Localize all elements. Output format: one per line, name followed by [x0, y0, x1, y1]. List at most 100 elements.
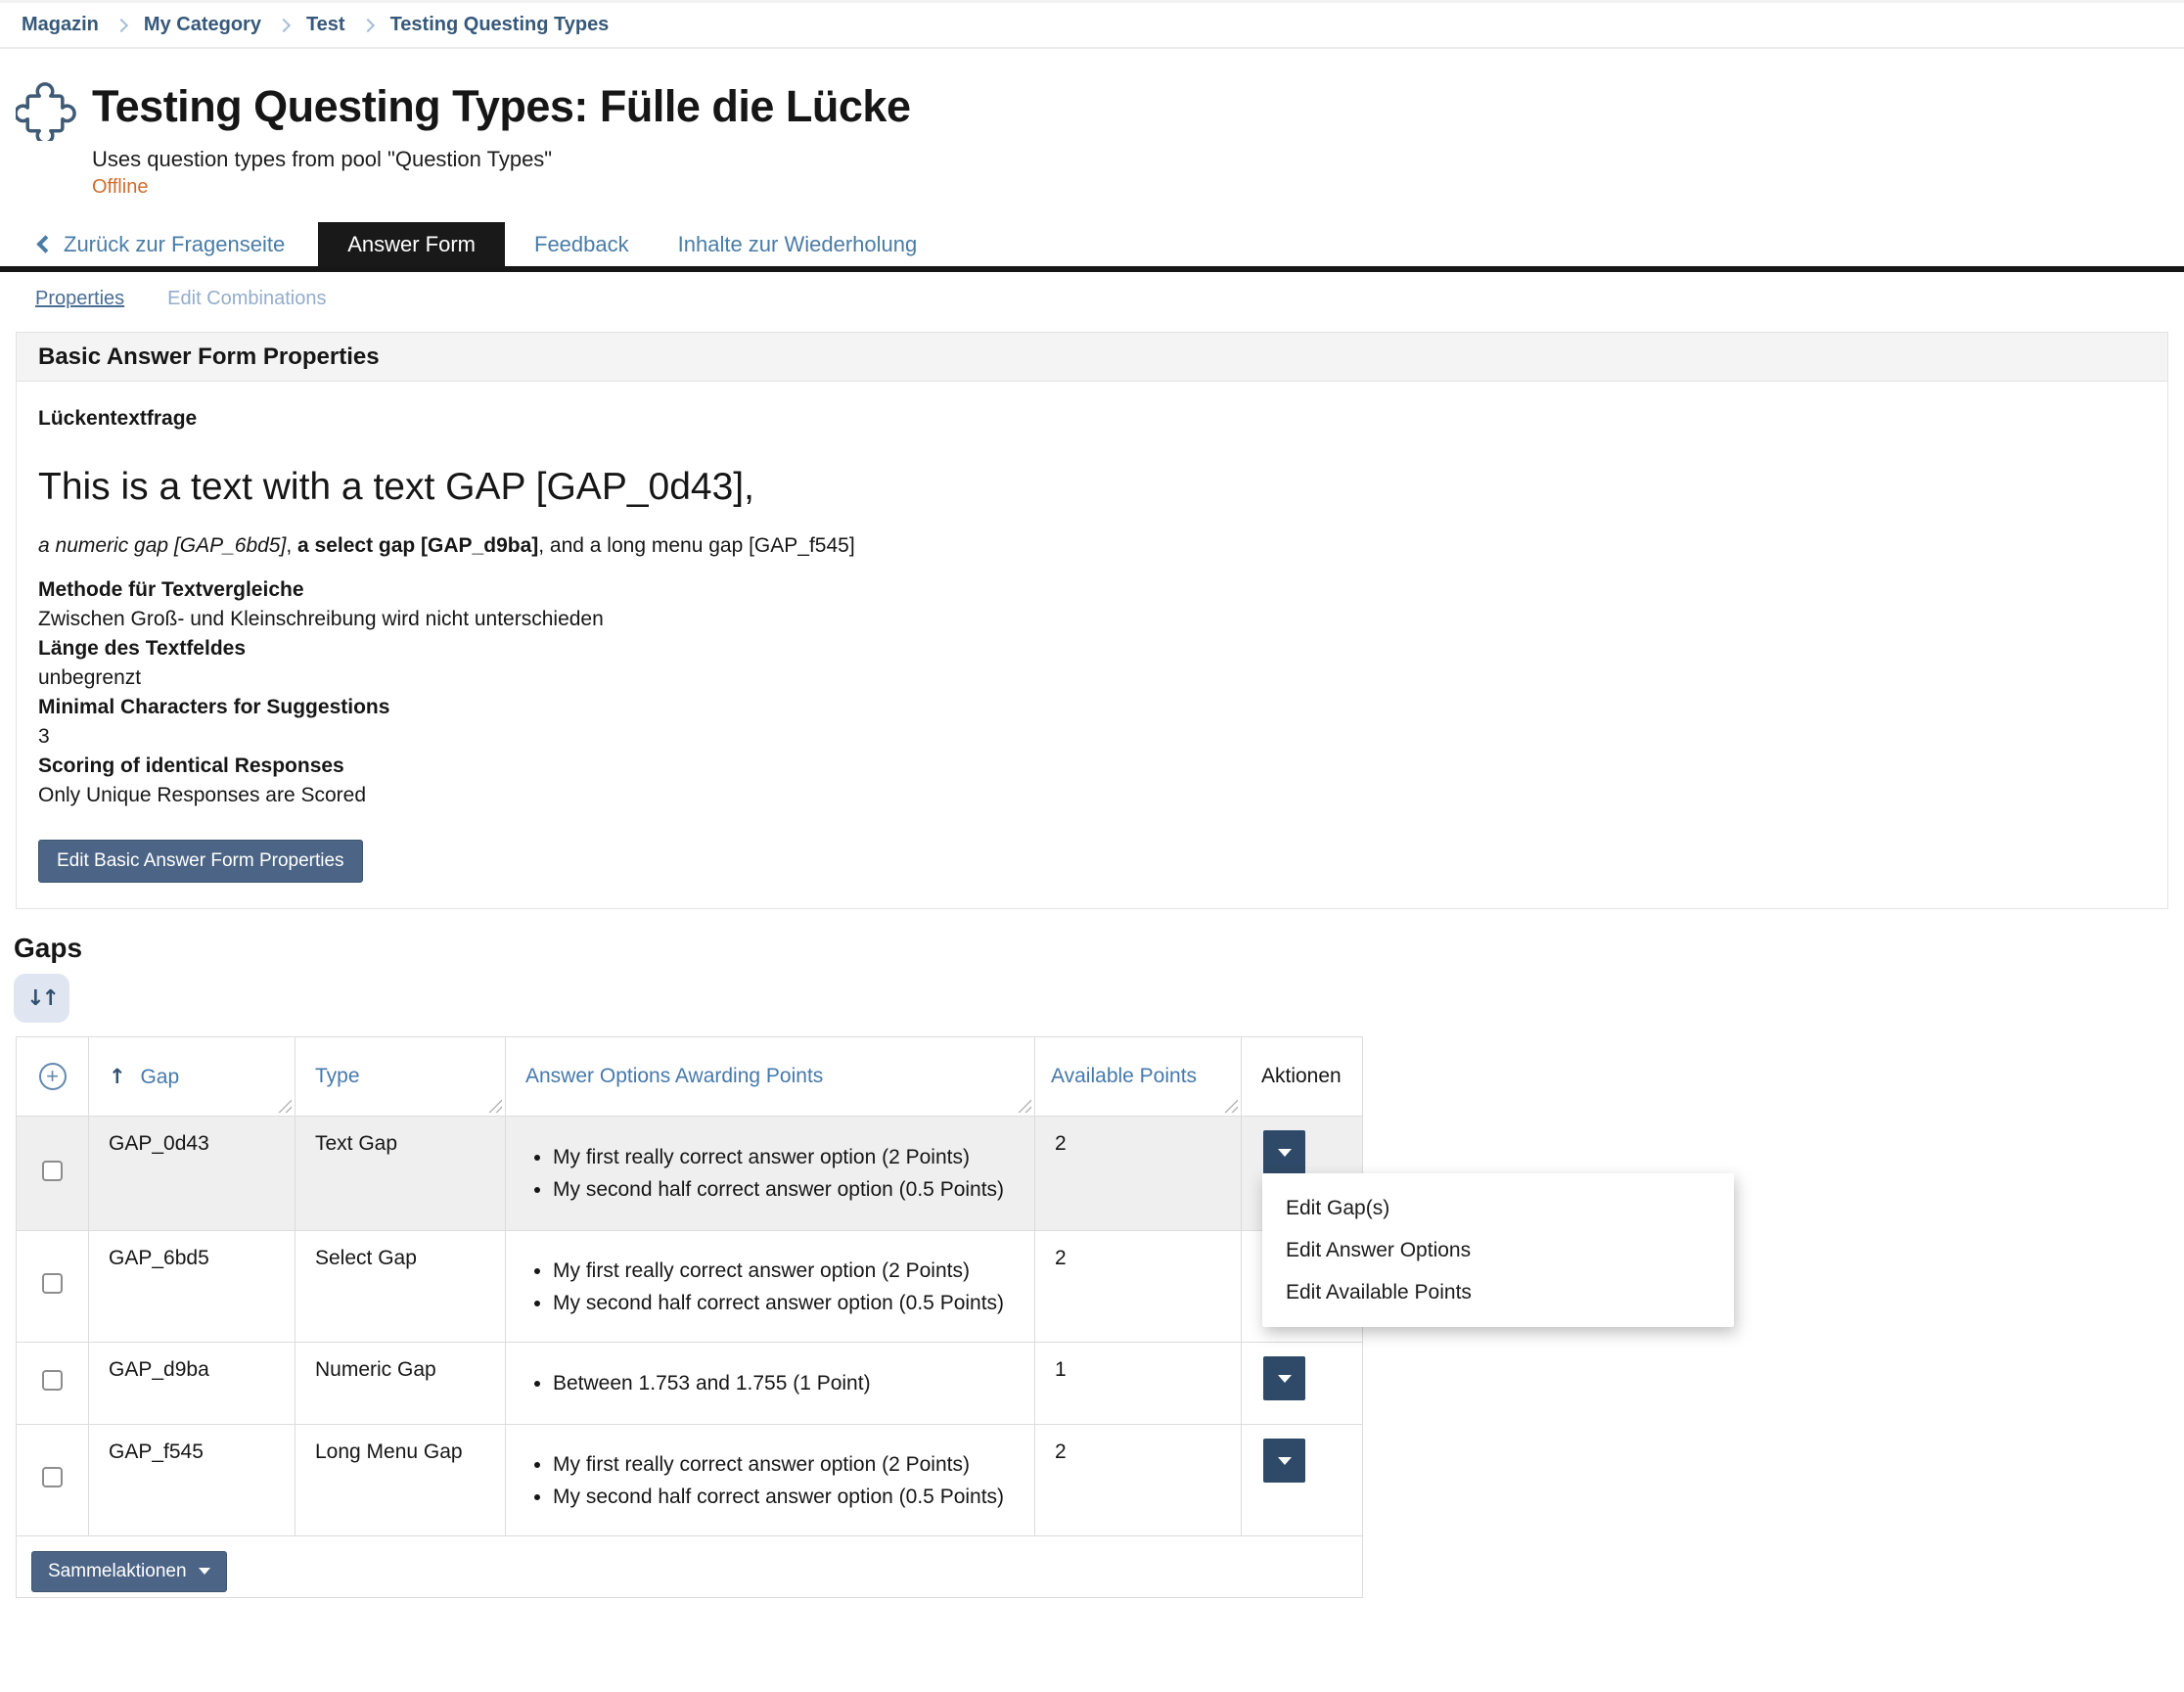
- row-actions-dropdown-menu: Edit Gap(s) Edit Answer Options Edit Ava…: [1262, 1173, 1734, 1327]
- menu-item-edit-available-points[interactable]: Edit Available Points: [1262, 1271, 1734, 1313]
- property-value: 3: [38, 722, 2146, 752]
- row-checkbox[interactable]: [42, 1370, 63, 1391]
- cell-gap-type: Select Gap: [296, 1231, 506, 1343]
- cell-answer-options: My first really correct answer option (2…: [506, 1117, 1035, 1231]
- edit-basic-answer-form-properties-button[interactable]: Edit Basic Answer Form Properties: [38, 840, 363, 883]
- row-actions-dropdown-button[interactable]: [1263, 1130, 1305, 1174]
- table-row-gap-0d43: GAP_0d43 Text Gap My first really correc…: [17, 1117, 1363, 1231]
- cell-gap-name: GAP_0d43: [89, 1117, 296, 1231]
- breadcrumb: Magazin My Category Test Testing Questin…: [0, 0, 2184, 49]
- answer-option: My first really correct answer option (2…: [553, 1141, 1034, 1173]
- page-title: Testing Questing Types: Fülle die Lücke: [92, 76, 910, 137]
- gaps-section-title: Gaps: [14, 933, 2184, 964]
- cell-answer-options: My first really correct answer option (2…: [506, 1425, 1035, 1536]
- breadcrumb-item-test[interactable]: Test: [306, 14, 345, 36]
- sort-ascending-arrow-icon: ↑: [109, 1065, 126, 1088]
- tab-bar: Zurück zur Fragenseite Answer Form Feedb…: [0, 222, 2184, 272]
- table-row-gap-f545: GAP_f545 Long Menu Gap My first really c…: [17, 1425, 1363, 1536]
- cell-available-points: 2: [1035, 1231, 1242, 1343]
- question-text-sep: ,: [286, 534, 297, 557]
- property-label: Länge des Textfeldes: [38, 634, 2146, 663]
- question-text-heading: This is a text with a text GAP [GAP_0d43…: [38, 464, 2146, 511]
- table-row-gap-d9ba: GAP_d9ba Numeric Gap Between 1.753 and 1…: [17, 1343, 1363, 1425]
- bulk-actions-label: Sammelaktionen: [48, 1561, 187, 1582]
- cell-gap-type: Text Gap: [296, 1117, 506, 1231]
- cell-available-points: 2: [1035, 1117, 1242, 1231]
- cell-available-points: 2: [1035, 1425, 1242, 1536]
- status-offline: Offline: [92, 176, 910, 199]
- tab-feedback[interactable]: Feedback: [534, 222, 629, 266]
- row-actions-dropdown-button[interactable]: [1263, 1356, 1305, 1400]
- column-resize-handle[interactable]: [488, 1099, 502, 1113]
- cell-answer-options: Between 1.753 and 1.755 (1 Point): [506, 1343, 1035, 1425]
- table-header-row: + ↑ Gap Type Answer Options Awarding Poi…: [17, 1037, 1363, 1117]
- caret-down-icon: [1278, 1457, 1292, 1465]
- question-text-italic: a numeric gap [GAP_6bd5]: [38, 534, 286, 557]
- chevron-left-icon: [36, 235, 54, 252]
- caret-down-icon: [1278, 1149, 1292, 1157]
- question-type-label: Lückentextfrage: [38, 407, 2146, 431]
- breadcrumb-item-my-category[interactable]: My Category: [144, 14, 261, 36]
- column-header-type[interactable]: Type: [315, 1065, 360, 1087]
- property-value: Only Unique Responses are Scored: [38, 781, 2146, 810]
- row-checkbox[interactable]: [42, 1161, 63, 1181]
- question-text-bold: a select gap [GAP_d9ba]: [297, 534, 538, 557]
- chevron-right-icon: [277, 18, 291, 31]
- property-value: unbegrenzt: [38, 663, 2146, 693]
- properties-list: Methode für Textvergleiche Zwischen Groß…: [38, 575, 2146, 810]
- answer-option: My first really correct answer option (2…: [553, 1448, 1034, 1481]
- property-label: Methode für Textvergleiche: [38, 575, 2146, 605]
- basic-answer-form-panel: Basic Answer Form Properties Lückentextf…: [16, 332, 2168, 909]
- tab-inhalte-zur-wiederholung[interactable]: Inhalte zur Wiederholung: [678, 222, 918, 266]
- answer-option: My first really correct answer option (2…: [553, 1255, 1034, 1287]
- puzzle-piece-icon: [16, 80, 76, 141]
- breadcrumb-item-current[interactable]: Testing Questing Types: [390, 14, 610, 36]
- column-header-answer-options[interactable]: Answer Options Awarding Points: [525, 1065, 823, 1087]
- cell-gap-type: Long Menu Gap: [296, 1425, 506, 1536]
- answer-option: Between 1.753 and 1.755 (1 Point): [553, 1367, 1034, 1399]
- gaps-table: + ↑ Gap Type Answer Options Awarding Poi…: [16, 1036, 1363, 1598]
- breadcrumb-item-magazin[interactable]: Magazin: [22, 14, 99, 36]
- chevron-right-icon: [361, 18, 375, 31]
- sub-tab-bar: Properties Edit Combinations: [0, 272, 2184, 310]
- answer-option: My second half correct answer option (0.…: [553, 1173, 1034, 1206]
- answer-option: My second half correct answer option (0.…: [553, 1481, 1034, 1513]
- sort-arrows-icon: ↓↑: [26, 986, 57, 1011]
- cell-available-points: 1: [1035, 1343, 1242, 1425]
- gaps-section: Gaps ↓↑: [0, 933, 2184, 1023]
- table-footer-row: Sammelaktionen: [17, 1536, 1363, 1598]
- caret-down-icon: [1278, 1375, 1292, 1383]
- row-actions-dropdown-button[interactable]: [1263, 1439, 1305, 1483]
- row-checkbox[interactable]: [42, 1273, 63, 1294]
- bulk-actions-button[interactable]: Sammelaktionen: [31, 1551, 227, 1592]
- subtab-edit-combinations[interactable]: Edit Combinations: [167, 288, 326, 310]
- cell-gap-type: Numeric Gap: [296, 1343, 506, 1425]
- column-header-gap[interactable]: Gap: [140, 1066, 179, 1088]
- column-header-available-points[interactable]: Available Points: [1051, 1065, 1197, 1087]
- tab-back-label: Zurück zur Fragenseite: [64, 232, 285, 257]
- column-header-aktionen: Aktionen: [1261, 1065, 1342, 1087]
- page-header: Testing Questing Types: Fülle die Lücke …: [0, 49, 2184, 199]
- column-resize-handle[interactable]: [278, 1099, 292, 1113]
- page-subtitle: Uses question types from pool "Question …: [92, 147, 910, 172]
- menu-item-edit-gaps[interactable]: Edit Gap(s): [1262, 1187, 1734, 1229]
- property-label: Minimal Characters for Suggestions: [38, 693, 2146, 722]
- column-resize-handle[interactable]: [1018, 1099, 1031, 1113]
- question-text-line2: a numeric gap [GAP_6bd5], a select gap […: [38, 534, 2146, 558]
- circle-plus-icon[interactable]: +: [39, 1063, 67, 1090]
- panel-title: Basic Answer Form Properties: [17, 333, 2167, 382]
- row-checkbox[interactable]: [42, 1467, 63, 1487]
- tab-answer-form[interactable]: Answer Form: [318, 222, 505, 266]
- sort-order-button[interactable]: ↓↑: [14, 974, 69, 1023]
- chevron-right-icon: [114, 18, 128, 31]
- question-text-rest: , and a long menu gap [GAP_f545]: [538, 534, 854, 557]
- menu-item-edit-answer-options[interactable]: Edit Answer Options: [1262, 1229, 1734, 1271]
- gaps-table-wrap: + ↑ Gap Type Answer Options Awarding Poi…: [16, 1036, 1363, 1598]
- property-label: Scoring of identical Responses: [38, 752, 2146, 781]
- property-value: Zwischen Groß- und Kleinschreibung wird …: [38, 605, 2146, 634]
- column-resize-handle[interactable]: [1224, 1099, 1238, 1113]
- subtab-properties[interactable]: Properties: [35, 288, 124, 310]
- tab-back-to-question-page[interactable]: Zurück zur Fragenseite: [39, 222, 285, 266]
- caret-down-icon: [199, 1568, 210, 1575]
- cell-gap-name: GAP_d9ba: [89, 1343, 296, 1425]
